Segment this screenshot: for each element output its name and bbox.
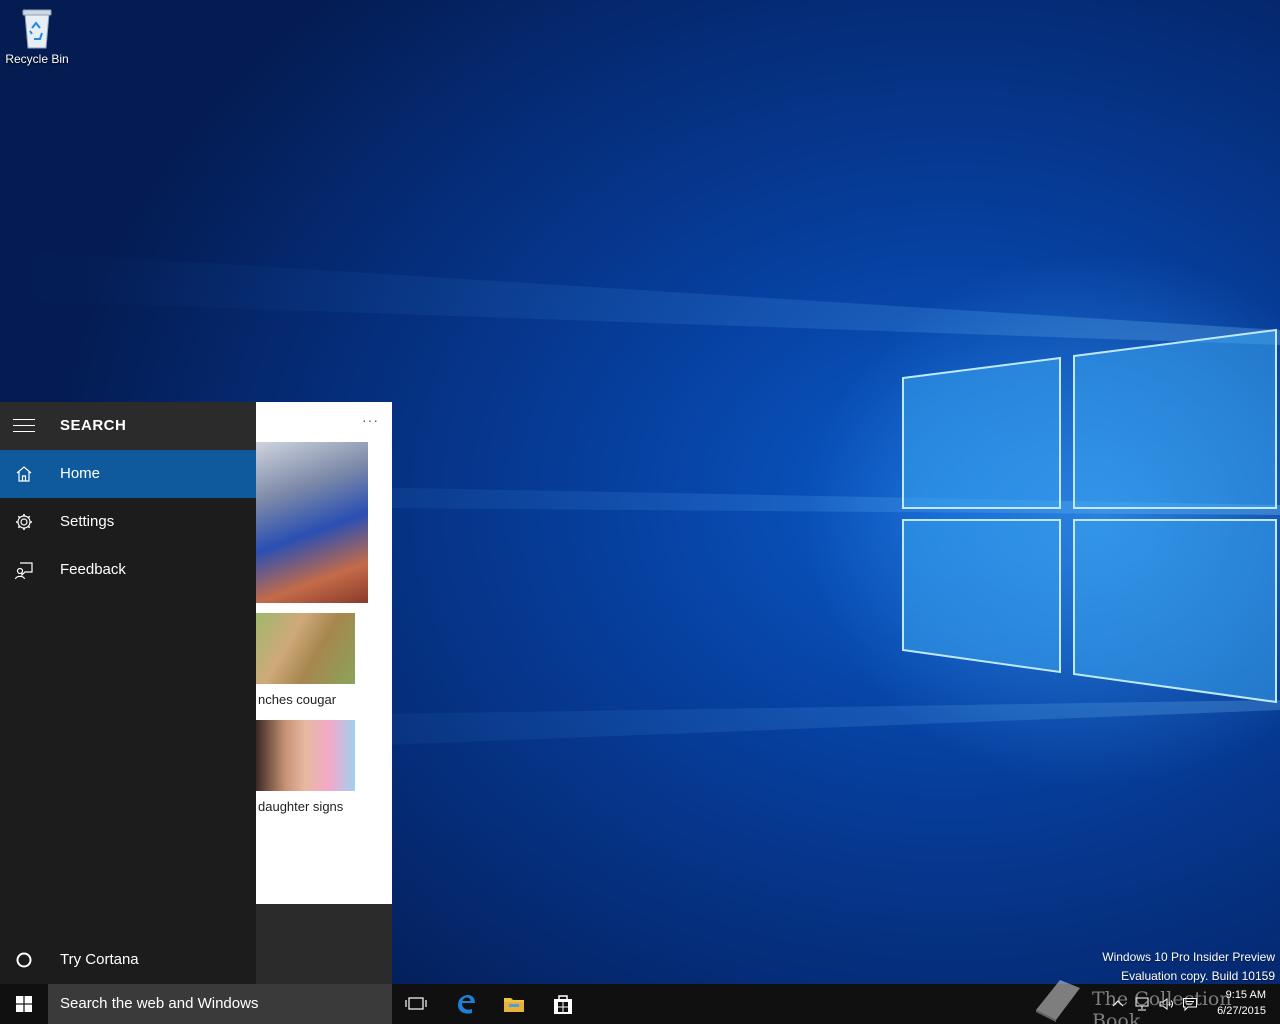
start-button[interactable] bbox=[0, 984, 48, 1024]
news-image[interactable] bbox=[256, 442, 368, 603]
clock-date: 6/27/2015 bbox=[1217, 1005, 1266, 1017]
watermark-line-1: Windows 10 Pro Insider Preview bbox=[1102, 950, 1275, 964]
recycle-bin-label: Recycle Bin bbox=[5, 52, 69, 66]
nav-item-settings[interactable]: Settings bbox=[0, 498, 256, 546]
search-panel: SEARCH Home Settings Feedback Try Cortan… bbox=[0, 402, 392, 984]
taskbar-clock[interactable]: 9:15 AM 6/27/2015 bbox=[1217, 987, 1266, 1019]
try-cortana-label: Try Cortana bbox=[60, 951, 139, 968]
task-view-button[interactable] bbox=[392, 984, 440, 1024]
network-icon[interactable] bbox=[1134, 996, 1150, 1012]
chevron-up-icon[interactable] bbox=[1110, 996, 1126, 1012]
file-explorer-button[interactable] bbox=[490, 984, 538, 1024]
news-image[interactable] bbox=[256, 720, 355, 791]
search-nav-pane: SEARCH Home Settings Feedback Try Cortan… bbox=[0, 402, 256, 984]
home-icon bbox=[16, 466, 32, 482]
edge-icon bbox=[458, 995, 475, 1014]
nav-item-label: Home bbox=[60, 465, 101, 482]
volume-icon[interactable] bbox=[1158, 996, 1174, 1012]
system-tray: 9:15 AM 6/27/2015 bbox=[1110, 984, 1280, 1024]
clock-time: 9:15 AM bbox=[1225, 989, 1266, 1001]
nav-item-label: Settings bbox=[60, 513, 115, 530]
gear-icon bbox=[16, 514, 32, 530]
task-view-icon bbox=[405, 997, 427, 1010]
build-watermark: Windows 10 Pro Insider Preview Evaluatio… bbox=[1102, 948, 1275, 986]
file-explorer-icon bbox=[504, 998, 524, 1012]
search-home-content: ··· nches cougar daughter signs bbox=[256, 402, 392, 904]
news-caption[interactable]: nches cougar bbox=[258, 692, 336, 707]
cortana-icon bbox=[16, 952, 32, 968]
store-icon bbox=[554, 995, 572, 1014]
news-caption[interactable]: daughter signs bbox=[258, 799, 343, 814]
recycle-bin-shortcut[interactable]: Recycle Bin bbox=[4, 6, 70, 76]
nav-item-feedback[interactable]: Feedback bbox=[0, 546, 256, 594]
nav-item-label: Feedback bbox=[60, 561, 126, 578]
edge-button[interactable] bbox=[442, 984, 490, 1024]
more-options-icon[interactable]: ··· bbox=[362, 412, 379, 428]
nav-item-home[interactable]: Home bbox=[0, 450, 256, 498]
action-center-icon[interactable] bbox=[1182, 996, 1198, 1012]
search-nav-header: SEARCH bbox=[0, 402, 256, 450]
try-cortana-button[interactable]: Try Cortana bbox=[0, 936, 256, 984]
store-button[interactable] bbox=[539, 984, 587, 1024]
recycle-bin-icon bbox=[17, 6, 57, 50]
taskbar: Search the web and Windows 9:15 AM 6/27/… bbox=[0, 984, 1280, 1024]
news-image[interactable] bbox=[256, 613, 355, 684]
search-placeholder: Search the web and Windows bbox=[60, 995, 259, 1012]
taskbar-search-box[interactable]: Search the web and Windows bbox=[48, 984, 392, 1024]
search-title: SEARCH bbox=[60, 417, 127, 434]
feedback-icon bbox=[14, 562, 33, 580]
hamburger-menu-icon[interactable] bbox=[13, 419, 35, 433]
windows-logo-icon bbox=[16, 996, 32, 1012]
